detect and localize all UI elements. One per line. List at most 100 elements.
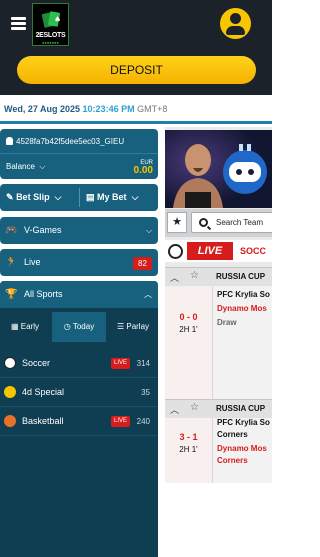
competition-name: RUSSIA CUP (216, 404, 266, 413)
live-label: Live (24, 257, 41, 267)
date-tabs: ▦ Early ◷ Today ☰ Parlay (0, 312, 158, 342)
sport-count: 35 (141, 388, 150, 397)
sport-count: 240 (136, 417, 150, 426)
tab-parlay-label: Parlay (126, 322, 150, 331)
sport-name: Basketball (22, 416, 64, 426)
sport-item-basketball[interactable]: Basketball LIVE 240 (0, 407, 158, 436)
bet-slip-icon: ✎ (6, 192, 14, 202)
search-input[interactable]: Search Team (191, 212, 272, 233)
chevron-down-icon: ⌵ (129, 192, 139, 202)
chevron-down-icon: ⌵ (52, 192, 62, 202)
trophy-icon: 🏆 (5, 289, 18, 300)
brand-logo[interactable]: ♠ 2ESLOTS ●●●●●●● (32, 3, 69, 46)
logo-text: 2ESLOTS (35, 32, 66, 39)
main-content: ★ Search Team LIVE SOCC ︿ ☆ RUSSIA CUP 0… (165, 127, 272, 483)
gamepad-icon: 🎮 (5, 225, 18, 236)
tab-early[interactable]: ▦ Early (0, 312, 50, 342)
away-team: Dynamo Mos (217, 304, 267, 313)
list-icon: ☰ (116, 322, 125, 331)
balance-amount: 0.00 (133, 165, 153, 176)
chevron-down-icon: ⌵ (37, 162, 46, 171)
fighter-banner-image (165, 130, 272, 208)
live-tag: LIVE (187, 242, 233, 260)
chevron-up-icon[interactable]: ︿ (170, 403, 179, 416)
tab-today-label: Today (72, 322, 95, 331)
promo-banner[interactable] (165, 130, 272, 208)
match-teams: PFC Krylia So Corners Dynamo Mos Corners (212, 418, 272, 483)
timezone: GMT+8 (137, 104, 168, 114)
tab-early-label: Early (20, 322, 40, 331)
menu-icon[interactable] (11, 17, 26, 30)
svg-text:♠: ♠ (54, 15, 61, 24)
date-time-bar: Wed, 27 Aug 2025 10:23:46 PM GMT+8 (0, 95, 272, 124)
search-icon (199, 218, 208, 227)
match-card[interactable]: ︿ ☆ RUSSIA CUP 0 - 0 2H 1' PFC Krylia So… (165, 267, 272, 399)
home-market: Corners (217, 430, 248, 439)
competition-name: RUSSIA CUP (216, 272, 266, 281)
chevron-up-icon[interactable]: ︿ (170, 271, 179, 284)
sport-name: 4d Special (22, 387, 65, 397)
account-id: 4528fa7b42f5dee5ec03_GIEU (16, 137, 125, 146)
chevron-up-icon: ︿ (144, 290, 152, 299)
my-bet-label: My Bet (97, 192, 127, 202)
live-sport-label: SOCC (240, 246, 267, 256)
bet-slip-button[interactable]: ✎ Bet Slip ⌵ (6, 184, 61, 211)
my-bet-button[interactable]: ▤ My Bet ⌵ (86, 184, 138, 211)
bet-tabs: ✎ Bet Slip ⌵ ▤ My Bet ⌵ (0, 184, 158, 211)
match-teams: PFC Krylia So Dynamo Mos Draw (212, 286, 272, 399)
live-section-header: LIVE SOCC (165, 240, 272, 262)
tab-parlay[interactable]: ☰ Parlay (108, 312, 158, 342)
draw-label: Draw (217, 318, 237, 327)
deposit-button[interactable]: DEPOSIT (17, 56, 256, 84)
favorite-star-icon[interactable]: ☆ (190, 270, 199, 281)
soccer-ball-icon (168, 244, 183, 259)
sport-item-4d-special[interactable]: 4d Special 35 (0, 378, 158, 407)
my-bet-icon: ▤ (86, 192, 95, 202)
sport-name: Soccer (22, 358, 51, 368)
cards-logo-icon: ♠ (42, 11, 61, 28)
match-score: 3 - 1 (179, 432, 198, 442)
sidebar-item-vgames[interactable]: 🎮 V-Games ⌵ (0, 217, 158, 244)
favorites-star-icon[interactable]: ★ (167, 212, 187, 233)
sidebar-item-all-sports[interactable]: 🏆 All Sports ︿ (0, 281, 158, 308)
search-row: ★ Search Team (165, 209, 272, 237)
live-badge: LIVE (110, 358, 130, 369)
left-sidebar: 4528fa7b42f5dee5ec03_GIEU Balance ⌵ EUR … (0, 127, 161, 557)
home-team: PFC Krylia So (217, 418, 270, 427)
divider (79, 188, 80, 207)
all-sports-panel: 🏆 All Sports ︿ ▦ Early ◷ Today ☰ Parlay … (0, 281, 158, 557)
user-icon (6, 137, 13, 145)
match-card[interactable]: ︿ ☆ RUSSIA CUP 3 - 1 2H 1' PFC Krylia So… (165, 399, 272, 483)
chevron-down-icon: ⌵ (145, 226, 152, 235)
clock-icon: ◷ (63, 322, 71, 331)
top-header: ♠ 2ESLOTS ●●●●●●● DEPOSIT (0, 0, 272, 95)
balance-dropdown[interactable]: Balance ⌵ (6, 162, 45, 172)
match-status: 0 - 0 2H 1' (165, 286, 212, 399)
vgames-label: V-Games (24, 225, 62, 235)
home-team: PFC Krylia So (217, 290, 270, 299)
tab-today[interactable]: ◷ Today (52, 312, 106, 342)
match-status: 3 - 1 2H 1' (165, 418, 212, 483)
match-header: ︿ ☆ RUSSIA CUP (165, 267, 272, 286)
account-id-row: 4528fa7b42f5dee5ec03_GIEU (6, 137, 124, 146)
favorite-star-icon[interactable]: ☆ (190, 402, 199, 413)
basketball-icon (4, 415, 16, 427)
all-sports-label: All Sports (24, 289, 63, 299)
match-score: 0 - 0 (179, 312, 198, 322)
match-minute: 2H 1' (179, 325, 198, 334)
user-avatar-icon[interactable] (220, 8, 251, 39)
sidebar-item-live[interactable]: 🏃 Live 82 (0, 249, 158, 276)
away-team: Dynamo Mos (217, 444, 267, 453)
balance-label: Balance (6, 162, 35, 171)
4d-icon (4, 386, 16, 398)
match-minute: 2H 1' (179, 445, 198, 454)
current-date: Wed, 27 Aug 2025 (4, 104, 81, 114)
search-placeholder: Search Team (216, 218, 263, 227)
current-time: 10:23:46 PM (82, 104, 135, 114)
balance-amount-block: EUR 0.00 (133, 160, 153, 176)
sport-item-soccer[interactable]: Soccer LIVE 314 (0, 349, 158, 378)
sport-count: 314 (136, 359, 150, 368)
match-header: ︿ ☆ RUSSIA CUP (165, 399, 272, 418)
divider (0, 153, 158, 154)
account-panel: 4528fa7b42f5dee5ec03_GIEU Balance ⌵ EUR … (0, 129, 158, 179)
